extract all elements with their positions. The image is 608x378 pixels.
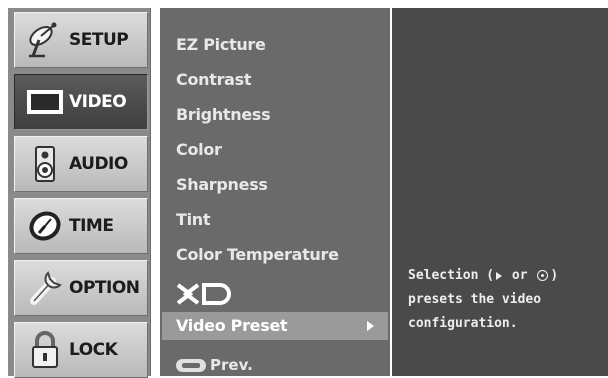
enter-button-icon	[537, 270, 549, 281]
menu-item-brightness[interactable]: Brightness	[176, 102, 271, 128]
wrench-icon	[21, 268, 69, 308]
category-label: SETUP	[69, 30, 129, 50]
category-time[interactable]: TIME	[14, 198, 148, 254]
padlock-icon	[21, 330, 69, 370]
menu-item-label: Video Preset	[176, 316, 288, 335]
menu-item-tint[interactable]: Tint	[176, 207, 211, 233]
menu-item-video-preset[interactable]: Video Preset	[162, 312, 388, 340]
xd-logo[interactable]	[176, 283, 236, 305]
menu-item-ez-picture[interactable]: EZ Picture	[176, 32, 266, 58]
category-label: TIME	[69, 216, 114, 236]
category-label: LOCK	[69, 340, 118, 360]
category-lock[interactable]: LOCK	[14, 322, 148, 378]
speaker-icon	[21, 144, 69, 184]
prev-hint[interactable]: Prev.	[176, 354, 253, 376]
category-label: VIDEO	[69, 92, 127, 112]
category-label: AUDIO	[69, 154, 128, 174]
menu-item-color[interactable]: Color	[176, 137, 222, 163]
menu-item-sharpness[interactable]: Sharpness	[176, 172, 268, 198]
category-audio[interactable]: AUDIO	[14, 136, 148, 192]
category-menu: SETUP VIDEO AUDIO TIME OPTION LOCK	[8, 8, 151, 378]
category-video[interactable]: VIDEO	[14, 74, 148, 130]
info-text: Selection ( or ) presets the video confi…	[408, 264, 604, 336]
info-line-3: configuration.	[408, 316, 518, 331]
menu-key-icon	[176, 358, 206, 372]
arrow-right-icon	[496, 271, 503, 280]
menu-item-contrast[interactable]: Contrast	[176, 67, 252, 93]
info-line-2: presets the video	[408, 292, 542, 307]
arrow-right-icon	[367, 321, 374, 331]
category-setup[interactable]: SETUP	[14, 12, 148, 68]
category-label: OPTION	[69, 278, 140, 298]
info-line-1: Selection ( or )	[408, 268, 559, 283]
category-option[interactable]: OPTION	[14, 260, 148, 316]
clock-icon	[21, 206, 69, 246]
prev-label: Prev.	[210, 356, 253, 374]
satellite-dish-icon	[21, 20, 69, 60]
tv-screen-icon	[21, 82, 69, 122]
info-panel: Selection ( or ) presets the video confi…	[392, 8, 608, 376]
video-submenu: EZ Picture Contrast Brightness Color Sha…	[160, 8, 390, 376]
menu-item-color-temperature[interactable]: Color Temperature	[176, 242, 339, 268]
